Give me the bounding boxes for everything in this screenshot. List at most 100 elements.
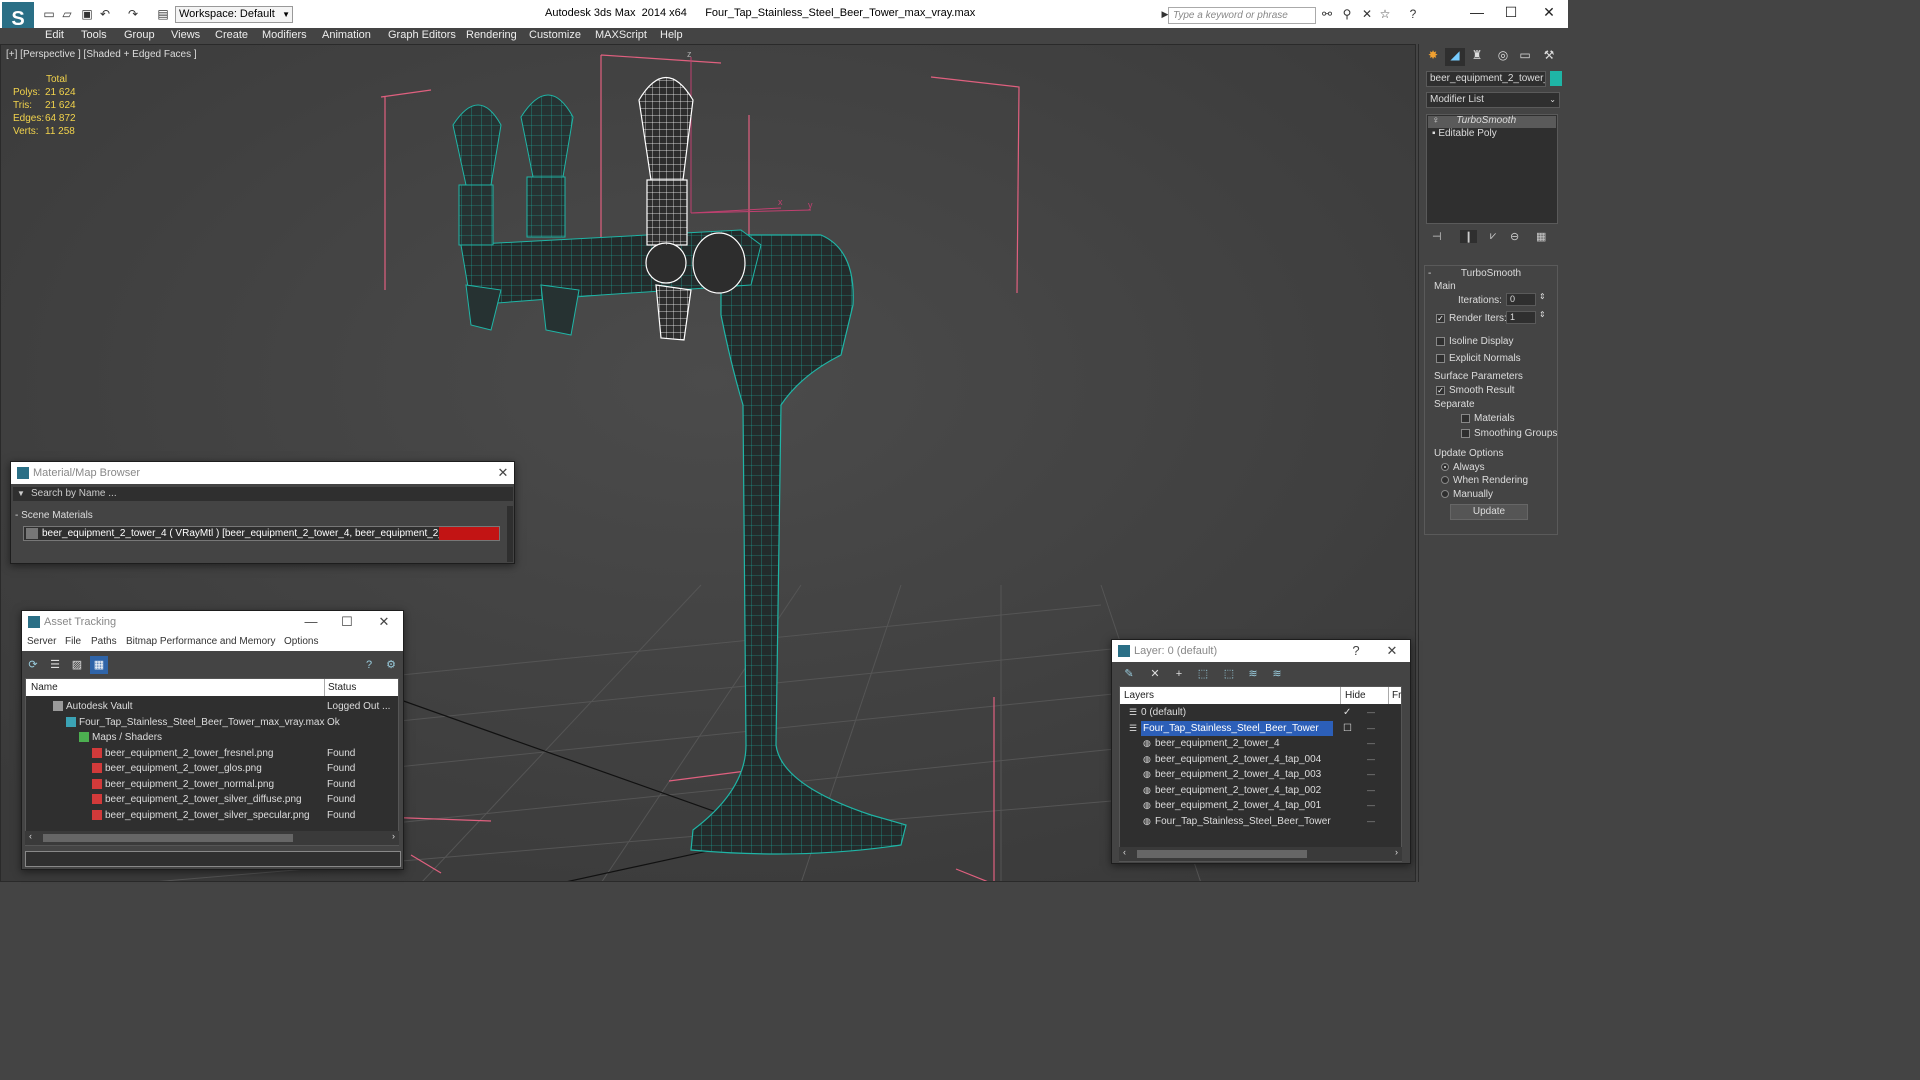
asset-table-row[interactable]: beer_equipment_2_tower_silver_specular.p… (50, 808, 420, 823)
layer-row[interactable]: ☰ 0 (default) — ✓ (1121, 705, 1400, 720)
object-name-input[interactable]: beer_equipment_2_tower_4 (1426, 71, 1546, 87)
viewport-label[interactable]: [+] [Perspective ] [Shaded + Edged Faces… (6, 49, 197, 60)
column-freeze[interactable]: Fr (1388, 687, 1401, 704)
asset-table-row[interactable]: Maps / Shaders (50, 730, 420, 745)
create-tab-icon[interactable]: ✸ (1423, 48, 1443, 66)
update-button[interactable]: Update (1450, 504, 1528, 520)
minimize-button[interactable]: — (1462, 4, 1492, 22)
scroll-left-icon[interactable]: ‹ (29, 831, 32, 841)
menu-views[interactable]: Views (171, 29, 200, 41)
manually-radio[interactable]: Manually (1441, 489, 1493, 500)
menu-file[interactable]: File (65, 633, 81, 651)
asset-table-row[interactable]: beer_equipment_2_tower_normal.png Found (50, 777, 420, 792)
menu-customize[interactable]: Customize (529, 29, 581, 41)
asset-table-row[interactable]: beer_equipment_2_tower_fresnel.png Found (50, 746, 420, 761)
display-tab-icon[interactable]: ▭ (1515, 48, 1535, 66)
scroll-thumb[interactable] (43, 834, 293, 842)
material-search-input[interactable]: ▼ Search by Name ... (13, 487, 513, 501)
scroll-thumb[interactable] (1137, 850, 1307, 858)
material-browser-titlebar[interactable]: Material/Map Browser (11, 462, 514, 484)
horizontal-scrollbar[interactable]: ‹ › (25, 831, 399, 845)
close-button[interactable]: ✕ (1534, 4, 1564, 22)
column-layers[interactable]: Layers (1124, 687, 1154, 704)
menu-tools[interactable]: Tools (81, 29, 107, 41)
horizontal-scrollbar[interactable]: ‹ › (1119, 847, 1402, 861)
hide-toggle-icon[interactable]: — (1367, 721, 1375, 736)
asset-table-row[interactable]: beer_equipment_2_tower_silver_diffuse.pn… (50, 792, 420, 807)
menu-maxscript[interactable]: MAXScript (595, 29, 647, 41)
communication-icon[interactable]: ✕ (1360, 7, 1374, 21)
search-input[interactable]: Type a keyword or phrase (1168, 7, 1316, 24)
table-view-icon[interactable]: ▦ (90, 656, 108, 674)
help-icon[interactable]: ? (1344, 640, 1368, 662)
column-hide[interactable]: Hide (1340, 687, 1366, 704)
hide-toggle-icon[interactable]: — (1367, 752, 1375, 767)
menu-server[interactable]: Server (27, 633, 56, 651)
maximize-button[interactable]: ☐ (1496, 4, 1526, 22)
always-radio[interactable]: Always (1441, 462, 1485, 473)
rollout-title[interactable]: - TurboSmooth (1424, 268, 1558, 279)
column-status[interactable]: Status (324, 679, 356, 696)
when-rendering-radio[interactable]: When Rendering (1441, 475, 1528, 486)
make-unique-icon[interactable]: ⩗ (1490, 230, 1496, 243)
close-icon[interactable]: ✕ (491, 462, 515, 484)
stack-item-editable-poly[interactable]: ▪ Editable Poly (1432, 128, 1497, 139)
new-file-icon[interactable]: ▭ (42, 7, 56, 21)
favorites-star-icon[interactable]: ☆ (1378, 7, 1392, 21)
materials-checkbox[interactable]: Materials (1461, 413, 1515, 424)
modify-tab-icon[interactable]: ◢ (1445, 48, 1465, 66)
column-name[interactable]: Name (31, 679, 58, 696)
layer-row[interactable]: ◍ Four_Tap_Stainless_Steel_Beer_Tower — (1121, 814, 1400, 829)
active-layer-check-icon[interactable]: ✓ (1343, 705, 1351, 720)
thumbnail-view-icon[interactable]: ▨ (68, 656, 86, 674)
asset-table-row[interactable]: Autodesk Vault Logged Out ... (50, 699, 420, 714)
smoothing-groups-checkbox[interactable]: Smoothing Groups (1461, 428, 1557, 439)
menu-rendering[interactable]: Rendering (466, 29, 517, 41)
close-icon[interactable]: ✕ (1380, 640, 1404, 662)
subscription-icon[interactable]: ⚲ (1340, 7, 1354, 21)
close-icon[interactable]: ✕ (372, 611, 396, 633)
freeze-layers-icon[interactable]: ≋ (1268, 665, 1286, 683)
spinner-arrows-icon[interactable]: ⇕ (1539, 310, 1546, 319)
layer-row[interactable]: ☰ Four_Tap_Stainless_Steel_Beer_Tower — ☐ (1121, 720, 1400, 736)
highlight-layer-icon[interactable]: ⬚ (1220, 665, 1238, 683)
layer-row[interactable]: ◍ beer_equipment_2_tower_4_tap_003 — (1121, 767, 1400, 782)
menu-modifiers[interactable]: Modifiers (262, 29, 307, 41)
layer-row[interactable]: ◍ beer_equipment_2_tower_4_tap_002 — (1121, 783, 1400, 798)
menu-paths[interactable]: Paths (91, 633, 117, 651)
asset-table-row[interactable]: Four_Tap_Stainless_Steel_Beer_Tower_max_… (50, 715, 420, 730)
binoculars-icon[interactable]: ⚯ (1320, 7, 1334, 21)
undo-icon[interactable]: ↶ (98, 7, 112, 21)
delete-layer-icon[interactable]: ✕ (1146, 665, 1164, 683)
project-folder-icon[interactable]: ▤ (156, 7, 170, 21)
hide-toggle-icon[interactable]: — (1367, 814, 1375, 829)
scroll-right-icon[interactable]: › (392, 831, 395, 841)
layer-row[interactable]: ◍ beer_equipment_2_tower_4_tap_004 — (1121, 752, 1400, 767)
list-view-icon[interactable]: ☰ (46, 656, 64, 674)
scroll-right-icon[interactable]: › (1395, 847, 1398, 857)
menu-group[interactable]: Group (124, 29, 155, 41)
scrollbar[interactable] (507, 506, 513, 562)
workspace-dropdown[interactable]: Workspace: Default ▼ (175, 6, 293, 23)
scene-materials-group[interactable]: - Scene Materials (15, 510, 93, 521)
scroll-left-icon[interactable]: ‹ (1123, 847, 1126, 857)
configure-modifier-sets-icon[interactable]: ▦ (1536, 230, 1546, 243)
modifier-list-dropdown[interactable]: Modifier List ⌄ (1426, 92, 1560, 108)
layer-row[interactable]: ◍ beer_equipment_2_tower_4 — (1121, 736, 1400, 751)
menu-edit[interactable]: Edit (45, 29, 64, 41)
hide-layers-icon[interactable]: ≋ (1244, 665, 1262, 683)
minimize-icon[interactable]: — (299, 611, 323, 633)
menu-animation[interactable]: Animation (322, 29, 371, 41)
layer-row[interactable]: ◍ beer_equipment_2_tower_4_tap_001 — (1121, 798, 1400, 813)
create-layer-icon[interactable]: ✎ (1120, 665, 1138, 683)
open-file-icon[interactable]: ▱ (60, 7, 74, 21)
hide-toggle-icon[interactable]: — (1367, 798, 1375, 813)
stack-item-turbosmooth[interactable]: ♀ TurboSmooth (1432, 115, 1516, 126)
save-icon[interactable]: ▣ (80, 7, 94, 21)
isoline-display-checkbox[interactable]: Isoline Display (1436, 336, 1513, 347)
menu-help[interactable]: Help (660, 29, 683, 41)
spinner-arrows-icon[interactable]: ⇕ (1539, 292, 1546, 301)
help-icon[interactable]: ? (1406, 7, 1420, 21)
smooth-result-checkbox[interactable]: ✓ Smooth Result (1436, 385, 1515, 396)
hide-toggle-icon[interactable]: — (1367, 783, 1375, 798)
